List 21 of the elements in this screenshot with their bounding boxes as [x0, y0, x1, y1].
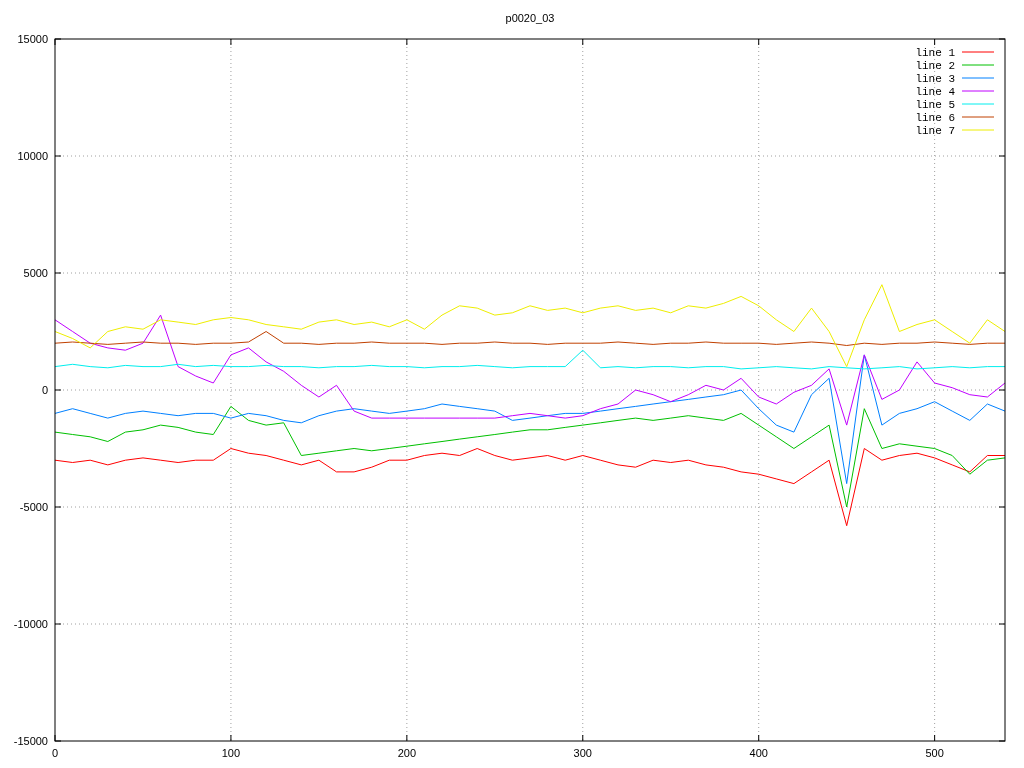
y-tick-label: 15000 — [17, 33, 48, 45]
y-tick-label: 10000 — [17, 150, 48, 162]
y-tick-label: 5000 — [23, 267, 48, 279]
x-tick-label: 100 — [221, 747, 241, 759]
legend-label: line 3 — [915, 73, 955, 85]
chart-title: p0020_03 — [505, 12, 555, 24]
y-tick-label: -15000 — [13, 735, 48, 747]
y-tick-label: -5000 — [19, 501, 48, 513]
legend-label: line 5 — [915, 99, 955, 111]
x-tick-label: 200 — [397, 747, 417, 759]
legend-label: line 1 — [915, 47, 955, 59]
y-tick-label: 0 — [41, 384, 48, 396]
x-tick-label: 0 — [51, 747, 59, 759]
x-tick-label: 500 — [925, 747, 944, 759]
x-tick-label: 300 — [573, 747, 592, 759]
x-tick-label: 400 — [749, 747, 768, 759]
legend-label: line 4 — [915, 86, 955, 98]
legend-label: line 7 — [915, 125, 955, 137]
legend-label: line 6 — [915, 112, 955, 124]
y-tick-label: -10000 — [13, 618, 48, 630]
legend-label: line 2 — [915, 60, 955, 72]
